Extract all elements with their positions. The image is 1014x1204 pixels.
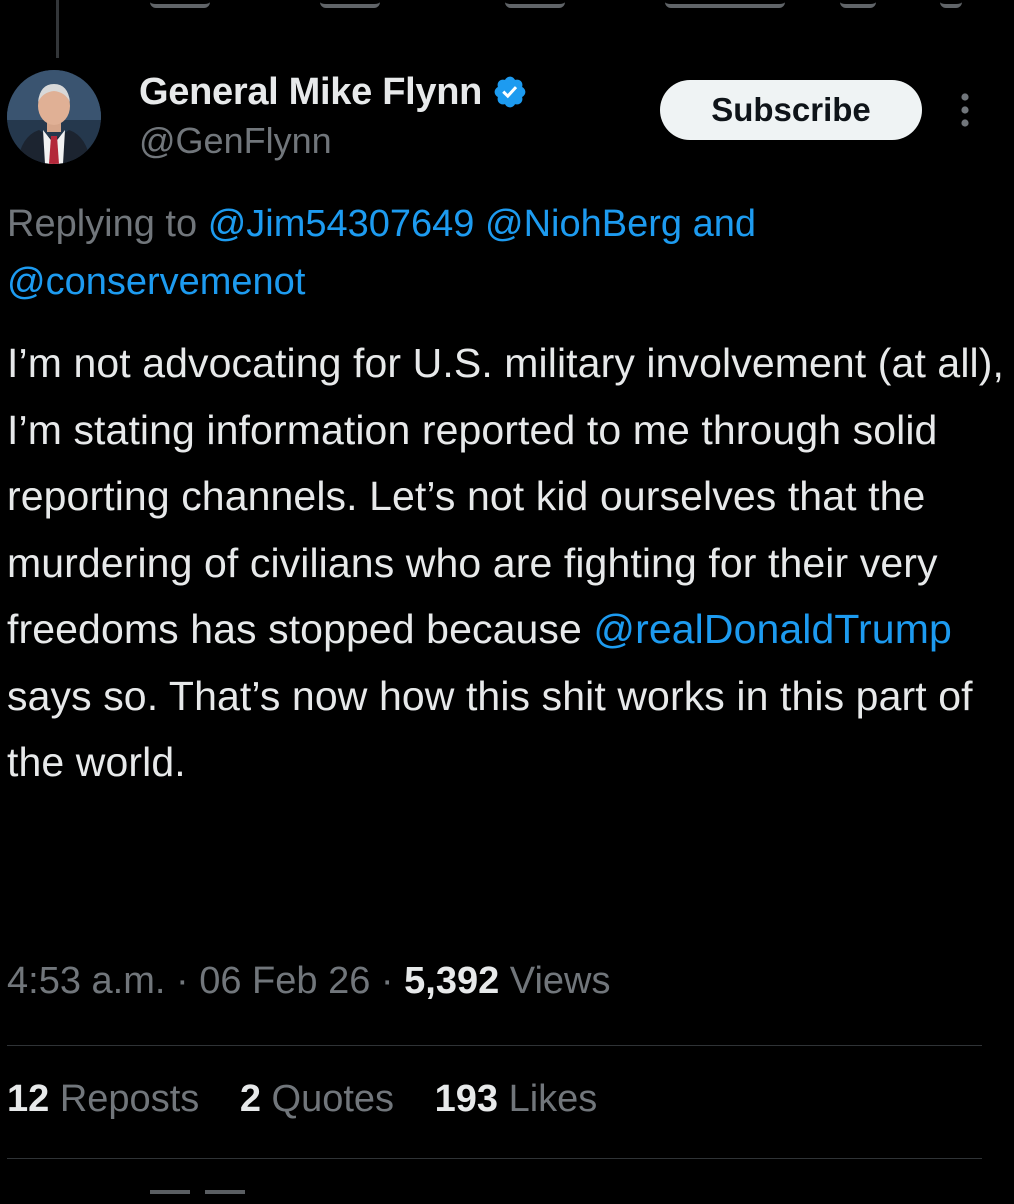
quotes-label: Quotes (271, 1078, 395, 1120)
reposts-label: Reposts (59, 1078, 200, 1120)
tweet-meta: 4:53 a.m. · 06 Feb 26 · 5,392 Views (7, 960, 610, 1003)
meta-separator: · (380, 960, 394, 1002)
repost-icon[interactable] (205, 1190, 245, 1204)
quotes-stat[interactable]: 2 Quotes (240, 1078, 394, 1121)
subscribe-button[interactable]: Subscribe (660, 80, 922, 140)
quotes-count: 2 (239, 1078, 261, 1120)
reposts-stat[interactable]: 12 Reposts (7, 1078, 199, 1121)
likes-stat[interactable]: 193 Likes (435, 1078, 598, 1121)
mention-link[interactable]: @conservemenot (7, 261, 305, 303)
reposts-count: 12 (7, 1078, 50, 1120)
divider (7, 1158, 982, 1159)
tweet-text-body: says so. That’s now how this shit works … (7, 672, 973, 786)
bookmark-icon[interactable] (840, 0, 876, 8)
avatar[interactable] (7, 70, 101, 164)
author-name-row: General Mike Flynn (139, 70, 528, 114)
like-icon[interactable] (505, 0, 565, 8)
repost-icon[interactable] (320, 0, 380, 8)
author-display-name[interactable]: General Mike Flynn (139, 71, 482, 114)
reply-icon[interactable] (150, 0, 210, 8)
replying-to-line: Replying to @Jim54307649 @NiohBerg and @… (7, 195, 997, 311)
avatar-portrait-icon (7, 70, 101, 164)
tweet-date[interactable]: 06 Feb 26 (199, 960, 370, 1002)
tweet-time[interactable]: 4:53 a.m. (7, 960, 165, 1002)
divider (7, 1045, 982, 1046)
views-label: Views (509, 960, 611, 1002)
author-handle[interactable]: @GenFlynn (139, 120, 332, 162)
more-vertical-icon (961, 93, 969, 127)
likes-count: 193 (434, 1078, 499, 1120)
likes-label: Likes (508, 1078, 598, 1120)
views-count: 5,392 (404, 960, 500, 1002)
mention-link[interactable]: @NiohBerg (485, 203, 682, 245)
reply-icon[interactable] (150, 1190, 190, 1204)
thread-connector-line (56, 0, 59, 58)
verified-badge-icon[interactable] (492, 74, 528, 110)
meta-separator: · (175, 960, 189, 1002)
replying-to-joiner[interactable]: and (693, 203, 756, 245)
engagement-stats: 12 Reposts 2 Quotes 193 Likes (7, 1078, 627, 1121)
mention-link[interactable]: @Jim54307649 (208, 203, 475, 245)
mention-link[interactable]: @realDonaldTrump (593, 606, 951, 652)
previous-tweet-actions (0, 0, 1014, 8)
more-options-button[interactable] (950, 88, 980, 132)
replying-to-prefix: Replying to (7, 203, 198, 245)
views-icon[interactable] (665, 0, 785, 8)
share-icon[interactable] (940, 0, 962, 8)
tweet-text: I’m not advocating for U.S. military inv… (7, 330, 1007, 796)
